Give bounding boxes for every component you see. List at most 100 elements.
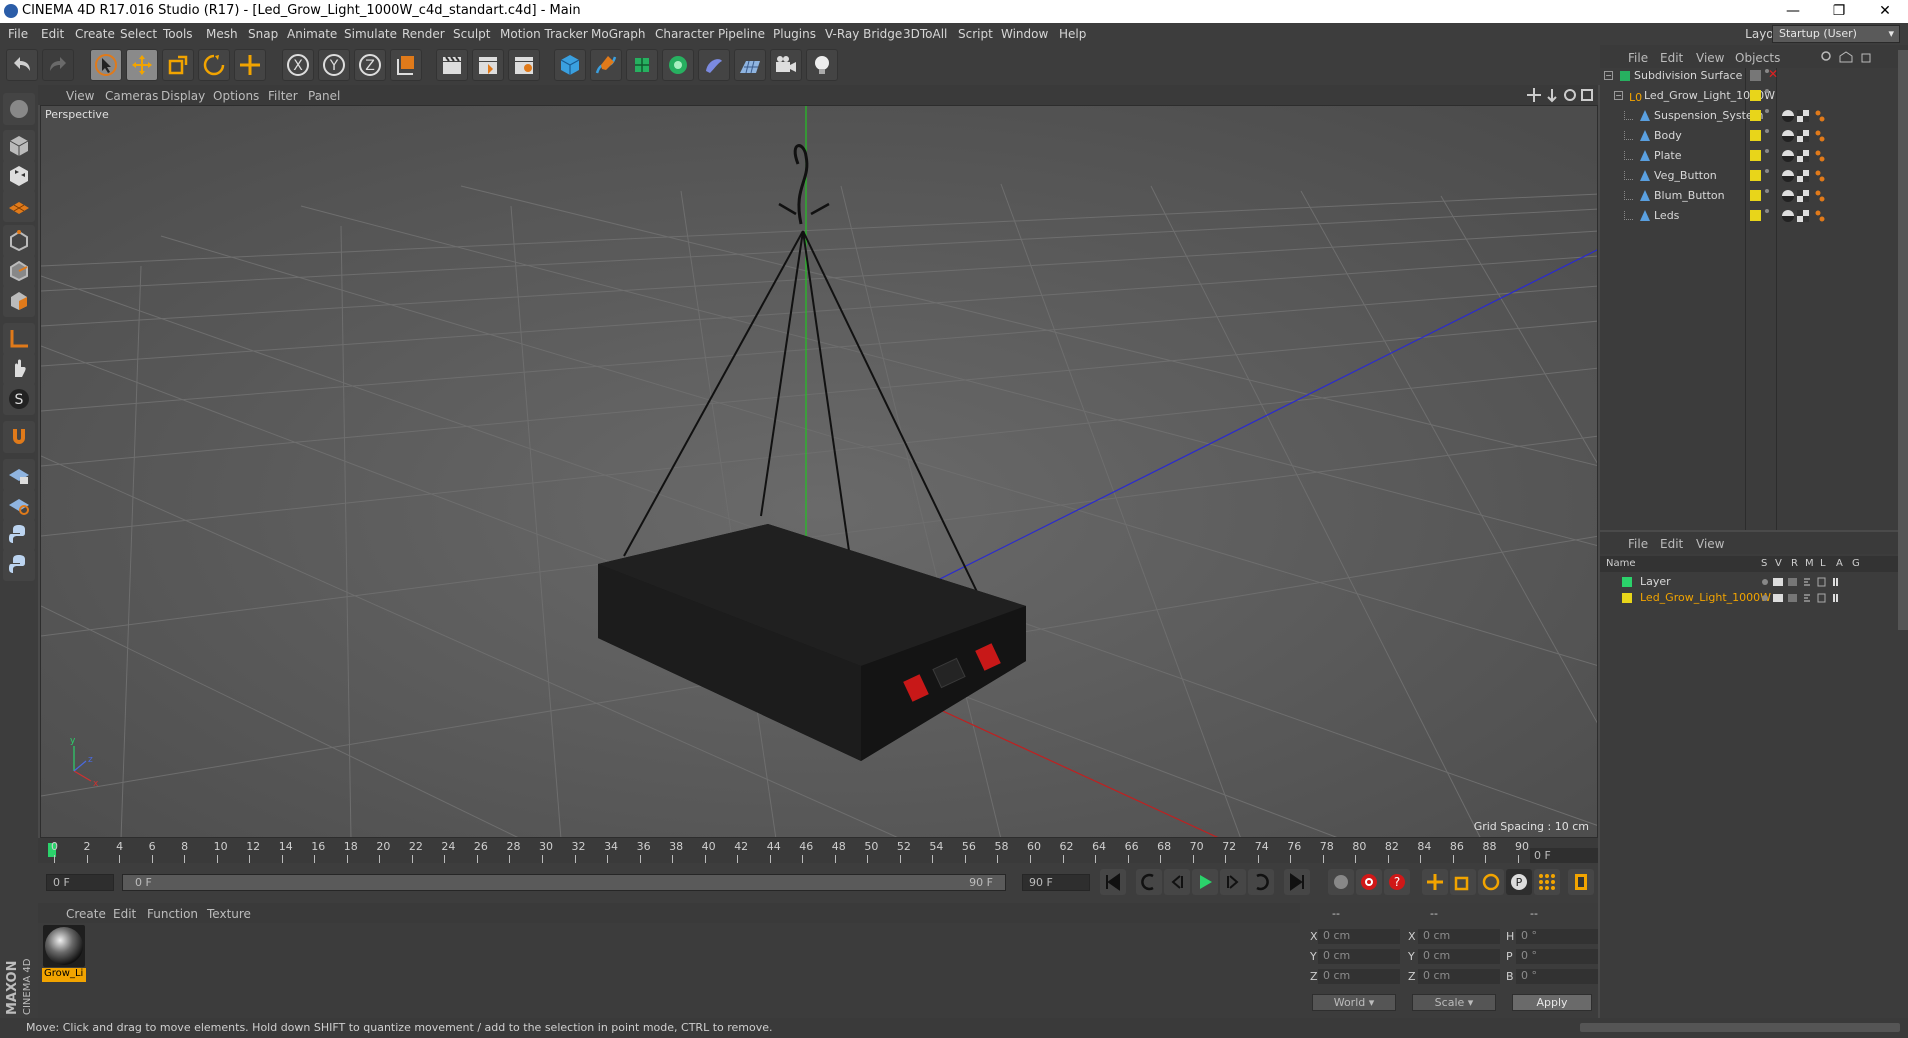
object-row[interactable]: − Subdivision Surface ✕ (1600, 66, 1900, 86)
viewport-menu-display[interactable]: Display (161, 89, 205, 103)
visibility-dots-icon[interactable] (1765, 149, 1770, 161)
tweak-mode-button[interactable] (3, 353, 35, 385)
object-row[interactable]: Suspension_System (1600, 106, 1900, 126)
object-row[interactable]: Leds (1600, 206, 1900, 226)
coord-value-field[interactable]: 0 ° (1516, 969, 1598, 984)
coord-value-field[interactable]: 0 cm (1318, 969, 1400, 984)
menu-motion-tracker[interactable]: Motion Tracker (500, 27, 588, 41)
material-menu-function[interactable]: Function (147, 907, 198, 921)
objects-menu-view[interactable]: View (1696, 51, 1724, 65)
render-to-picture-viewer-button[interactable] (472, 49, 504, 81)
coord-value-field[interactable]: 0 cm (1418, 969, 1500, 984)
material-menu-texture[interactable]: Texture (207, 907, 251, 921)
menu-help[interactable]: Help (1059, 27, 1086, 41)
object-tags[interactable] (1782, 129, 1842, 143)
maximize-button[interactable]: ❐ (1816, 0, 1862, 23)
menu-simulate[interactable]: Simulate (344, 27, 397, 41)
objects-menu-objects[interactable]: Objects (1735, 51, 1780, 65)
material-menu-edit[interactable]: Edit (113, 907, 136, 921)
current-frame-field[interactable]: 0 F (1530, 848, 1598, 864)
cube-button[interactable] (554, 49, 586, 81)
key-scale-button[interactable] (1450, 869, 1476, 895)
menu-animate[interactable]: Animate (287, 27, 337, 41)
python-script-2-button[interactable] (3, 549, 35, 581)
viewport-menu-filter[interactable]: Filter (268, 89, 298, 103)
light-button[interactable] (806, 49, 838, 81)
viewport-perspective[interactable]: y x z Perspective Grid Spacing : 10 cm (40, 105, 1598, 838)
keyframe-selection-button[interactable]: ? (1384, 869, 1410, 895)
coord-value-field[interactable]: 0 ° (1516, 929, 1598, 944)
scale-tool-button[interactable] (162, 49, 194, 81)
viewport-menu-options[interactable]: Options (213, 89, 259, 103)
rotate-tool-button[interactable] (198, 49, 230, 81)
coords-scale-select[interactable]: Scale ▾ (1412, 994, 1496, 1011)
visibility-dots-icon[interactable] (1765, 169, 1770, 181)
menu-snap[interactable]: Snap (248, 27, 278, 41)
record-active-objects-button[interactable] (1328, 869, 1354, 895)
object-row[interactable]: Blum_Button (1600, 186, 1900, 206)
object-row[interactable]: Body (1600, 126, 1900, 146)
visibility-dots-icon[interactable] (1765, 209, 1770, 221)
layer-flags[interactable] (1760, 576, 1860, 588)
coord-value-field[interactable]: 0 cm (1418, 929, 1500, 944)
planar-workplane-button[interactable] (3, 489, 35, 521)
visibility-dots-icon[interactable] (1765, 129, 1770, 141)
object-tags[interactable] (1782, 189, 1842, 203)
redo-button[interactable] (42, 49, 74, 81)
layer-color-swatch[interactable] (1750, 90, 1761, 101)
undo-button[interactable] (6, 49, 38, 81)
y-axis-button[interactable]: Y (318, 49, 350, 81)
object-tags[interactable] (1782, 169, 1842, 183)
menu-sculpt[interactable]: Sculpt (453, 27, 490, 41)
objects-menu-file[interactable]: File (1628, 51, 1648, 65)
axis-mode-button[interactable] (3, 323, 35, 355)
object-name[interactable]: Body (1654, 129, 1682, 142)
texture-mode-button[interactable] (3, 160, 35, 192)
coord-value-field[interactable]: 0 ° (1516, 949, 1598, 964)
floor-button[interactable] (734, 49, 766, 81)
select-tool-button[interactable] (90, 49, 122, 81)
objects-menu-edit[interactable]: Edit (1660, 51, 1683, 65)
visibility-dots-icon[interactable] (1765, 189, 1770, 201)
right-scrollbar[interactable] (1898, 50, 1908, 630)
object-row[interactable]: Plate (1600, 146, 1900, 166)
minimize-button[interactable]: — (1770, 0, 1816, 23)
layers-menu-edit[interactable]: Edit (1660, 537, 1683, 551)
menu-file[interactable]: File (8, 27, 28, 41)
menu-create[interactable]: Create (75, 27, 115, 41)
frame-range-slider[interactable]: 0 F 90 F (122, 874, 1006, 891)
coord-value-field[interactable]: 0 cm (1318, 949, 1400, 964)
visibility-dots-icon[interactable] (1765, 109, 1770, 121)
lock-workplane-button[interactable] (3, 459, 35, 491)
layer-color-swatch[interactable] (1750, 190, 1761, 201)
layer-color-swatch[interactable] (1622, 593, 1632, 603)
start-frame-field[interactable]: 0 F (46, 874, 114, 891)
key-parameter-button[interactable]: P (1506, 869, 1532, 895)
key-rotation-button[interactable] (1478, 869, 1504, 895)
layer-name[interactable]: Led_Grow_Light_1000W (1640, 591, 1771, 604)
layers-menu-view[interactable]: View (1696, 537, 1724, 551)
object-row[interactable]: − L0 Led_Grow_Light_1000W (1600, 86, 1900, 106)
object-tags[interactable] (1782, 209, 1842, 223)
menu-mograph[interactable]: MoGraph (591, 27, 646, 41)
viewport-menu-cameras[interactable]: Cameras (105, 89, 158, 103)
material-thumbnail[interactable] (43, 925, 85, 967)
object-row[interactable]: Veg_Button (1600, 166, 1900, 186)
next-frame-button[interactable] (1220, 869, 1246, 895)
layer-color-swatch[interactable] (1750, 130, 1761, 141)
layer-flags[interactable] (1760, 592, 1860, 604)
object-name[interactable]: Plate (1654, 149, 1682, 162)
menu-select[interactable]: Select (120, 27, 157, 41)
go-to-start-button[interactable] (1100, 869, 1126, 895)
menu-render[interactable]: Render (402, 27, 445, 41)
viewport-nav-icons[interactable] (1526, 87, 1594, 103)
camera-button[interactable] (770, 49, 802, 81)
render-settings-button[interactable] (508, 49, 540, 81)
object-manager-nav-icons[interactable] (1820, 50, 1900, 64)
object-name[interactable]: Veg_Button (1654, 169, 1717, 182)
key-position-button[interactable] (1422, 869, 1448, 895)
coord-value-field[interactable]: 0 cm (1418, 949, 1500, 964)
timeline-window-button[interactable] (1568, 869, 1594, 895)
model-mode-button[interactable] (3, 130, 35, 162)
render-view-button[interactable] (436, 49, 468, 81)
